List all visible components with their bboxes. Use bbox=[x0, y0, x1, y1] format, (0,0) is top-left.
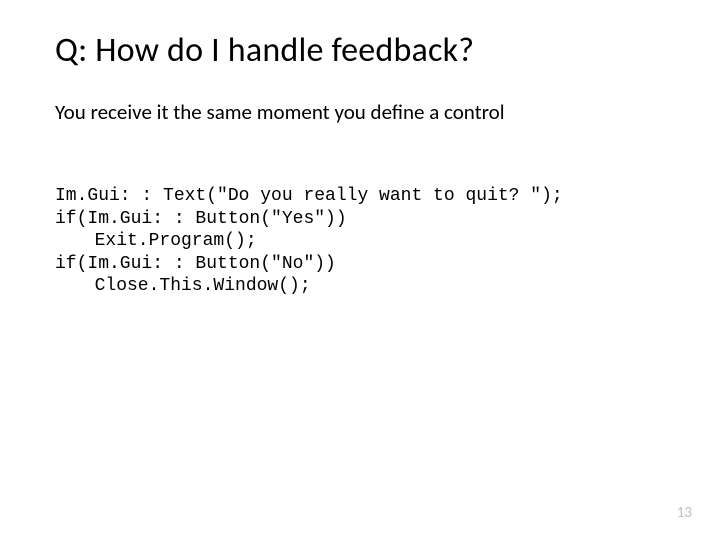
code-line-1: Im.Gui: : Text("Do you really want to qu… bbox=[55, 186, 563, 206]
code-line-4: if(Im.Gui: : Button("No")) bbox=[55, 254, 336, 274]
code-line-3: Exit.Program(); bbox=[95, 231, 257, 251]
code-line-2: if(Im.Gui: : Button("Yes")) bbox=[55, 209, 347, 229]
slide-title: Q: How do I handle feedback? bbox=[55, 30, 665, 71]
slide-subtitle: You receive it the same moment you defin… bbox=[55, 99, 665, 125]
page-number: 13 bbox=[677, 504, 692, 522]
code-block: Im.Gui: : Text("Do you really want to qu… bbox=[55, 185, 665, 298]
code-line-5: Close.This.Window(); bbox=[95, 276, 311, 296]
slide: Q: How do I handle feedback? You receive… bbox=[0, 0, 720, 540]
